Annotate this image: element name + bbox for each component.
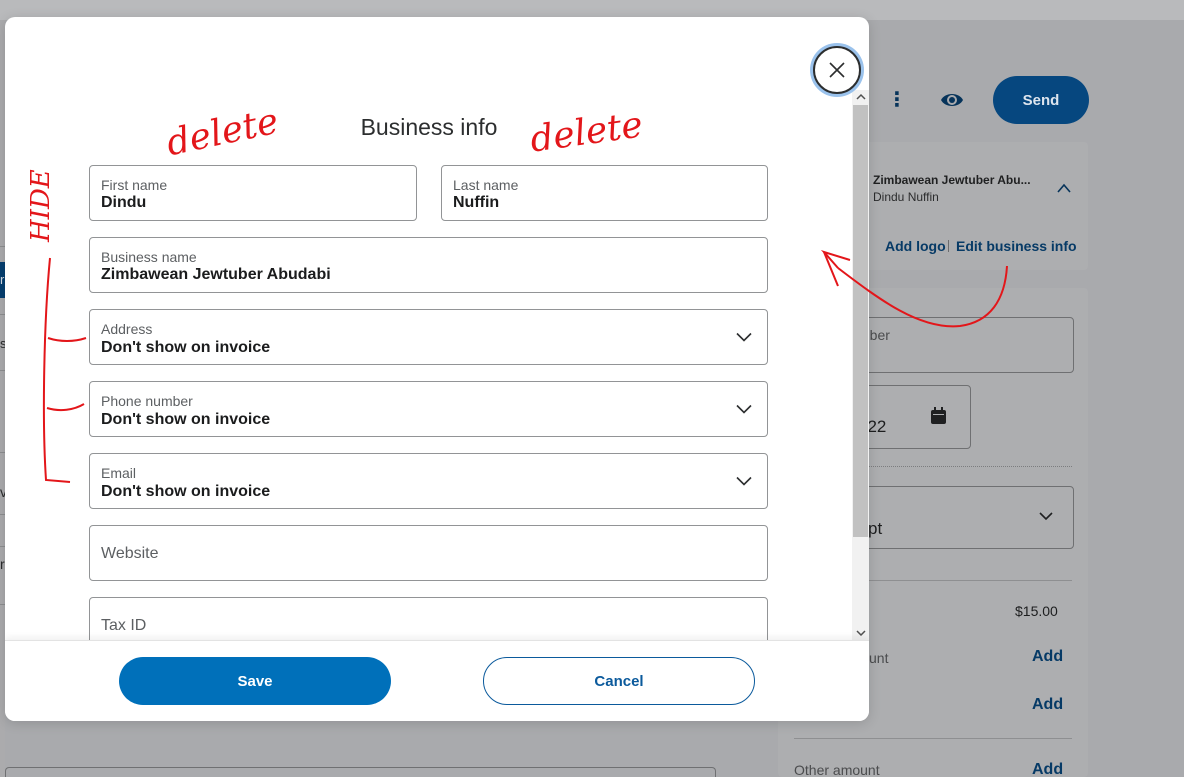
terms-select-value: pt <box>868 519 883 538</box>
email-select[interactable]: Email Don't show on invoice <box>89 453 768 509</box>
phone-number-value: Don't show on invoice <box>101 411 271 428</box>
address-label: Address <box>101 321 153 337</box>
chevron-down-icon <box>736 404 752 414</box>
link-separator <box>948 240 949 252</box>
business-card-owner: Dindu Nuffin <box>873 190 939 204</box>
modal-title: Business info <box>360 114 498 140</box>
add-logo-link[interactable]: Add logo <box>885 238 946 254</box>
last-name-field[interactable]: Last name Nuffin <box>441 165 768 221</box>
send-button[interactable]: Send <box>993 76 1089 124</box>
scroll-up-arrow-icon[interactable] <box>856 92 866 102</box>
modal-footer: Save Cancel <box>5 640 869 721</box>
discount-label: unt <box>869 650 889 666</box>
tax-id-placeholder: Tax ID <box>101 617 147 634</box>
last-name-value: Nuffin <box>453 194 500 211</box>
more-options-icon[interactable]: ⋮ <box>887 88 907 112</box>
email-label: Email <box>101 465 137 481</box>
business-name-value: Zimbawean Jewtuber Abudabi <box>101 266 331 283</box>
last-name-label: Last name <box>453 177 519 193</box>
business-name-label: Business name <box>101 249 197 265</box>
first-name-value: Dindu <box>101 194 147 211</box>
phone-number-label: Phone number <box>101 393 193 409</box>
business-name-field[interactable]: Business name Zimbawean Jewtuber Abudabi <box>89 237 768 293</box>
cancel-button[interactable]: Cancel <box>483 657 755 705</box>
address-select[interactable]: Address Don't show on invoice <box>89 309 768 365</box>
dotted-divider <box>858 466 1072 467</box>
edit-business-info-link[interactable]: Edit business info <box>956 238 1077 254</box>
divider <box>794 738 1072 739</box>
chevron-down-icon <box>1039 512 1053 521</box>
close-button[interactable] <box>813 46 861 94</box>
close-icon <box>829 62 845 78</box>
calendar-icon[interactable] <box>930 407 947 425</box>
first-name-field[interactable]: First name Dindu <box>89 165 417 221</box>
website-placeholder: Website <box>101 545 159 562</box>
first-name-label: First name <box>101 177 168 193</box>
email-value: Don't show on invoice <box>101 483 271 500</box>
left-fragment: r <box>0 272 5 287</box>
chevron-down-icon <box>736 332 752 342</box>
phone-number-select[interactable]: Phone number Don't show on invoice <box>89 381 768 437</box>
add-discount-link[interactable]: Add <box>1032 648 1063 666</box>
scrollbar-thumb[interactable] <box>853 105 868 537</box>
preview-eye-icon[interactable] <box>940 90 964 110</box>
chevron-up-icon[interactable] <box>1056 182 1072 194</box>
amount-value: $15.00 <box>1015 603 1058 619</box>
notes-field[interactable] <box>5 767 716 777</box>
business-card-name: Zimbawean Jewtuber Abu... <box>873 173 1031 187</box>
website-input[interactable]: Website <box>89 525 768 581</box>
scroll-down-arrow-icon[interactable] <box>856 628 866 638</box>
left-fragment: r <box>0 556 5 572</box>
address-value: Don't show on invoice <box>101 339 271 356</box>
business-info-modal: Business info First name Dindu Last name… <box>5 17 869 721</box>
add-shipping-link[interactable]: Add <box>1032 696 1063 714</box>
chevron-down-icon <box>736 476 752 486</box>
other-amount-label: Other amount <box>794 762 880 777</box>
add-other-amount-link[interactable]: Add <box>1032 761 1063 777</box>
save-button[interactable]: Save <box>119 657 391 705</box>
modal-scrollbar[interactable] <box>852 90 869 640</box>
